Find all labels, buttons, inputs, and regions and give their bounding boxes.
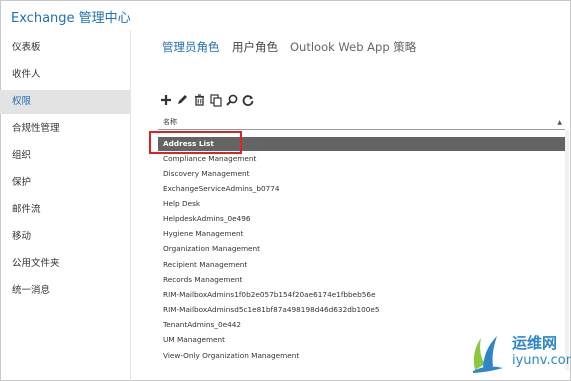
sidebar-item-organization[interactable]: 组织 [0, 144, 130, 168]
table-row[interactable]: Help Desk [158, 197, 565, 211]
table-row[interactable]: RIM-MailboxAdminsd5c1e81bf87a498198d46d6… [158, 303, 565, 317]
sidebar-item-recipients[interactable]: 收件人 [0, 63, 130, 87]
table-row[interactable]: ExchangeServiceAdmins_b0774 [158, 182, 565, 196]
edit-icon[interactable] [175, 92, 189, 106]
sidebar-item-mail-flow[interactable]: 邮件流 [0, 198, 130, 222]
sidebar-item-compliance[interactable]: 合规性管理 [0, 117, 130, 141]
refresh-icon[interactable] [241, 92, 255, 106]
column-header-name[interactable]: 名称 ▲ [158, 115, 565, 130]
sidebar-item-dashboard[interactable]: 仪表板 [0, 36, 130, 60]
add-icon[interactable] [159, 92, 173, 106]
table-row[interactable]: RIM-MailboxAdmins1f0b2e057b154f20ae6174e… [158, 288, 565, 302]
watermark: 运维网 iyunv.com [467, 328, 571, 376]
sort-arrow-icon[interactable]: ▲ [557, 115, 562, 130]
watermark-text-en: iyunv.com [512, 353, 571, 368]
table-row[interactable]: Discovery Management [158, 167, 565, 181]
column-header-label: 名称 [163, 118, 177, 126]
sidebar-item-permissions[interactable]: 权限 [0, 90, 130, 114]
table-row[interactable]: HelpdeskAdmins_0e496 [158, 212, 565, 226]
highlight-annotation-box [149, 131, 242, 154]
watermark-text-cn: 运维网 [512, 334, 558, 352]
table-row[interactable]: Recipient Management [158, 258, 565, 272]
delete-icon[interactable] [192, 92, 206, 106]
sidebar-item-public-folders[interactable]: 公用文件夹 [0, 252, 130, 276]
watermark-logo-icon [467, 330, 507, 374]
tab-owa-policies[interactable]: Outlook Web App 策略 [290, 39, 416, 55]
table-row[interactable]: Organization Management [158, 242, 565, 256]
sidebar-item-mobile[interactable]: 移动 [0, 225, 130, 249]
sidebar-divider [130, 30, 131, 381]
table-row[interactable]: Records Management [158, 273, 565, 287]
copy-icon[interactable] [209, 92, 223, 107]
app-title: Exchange 管理中心 [11, 11, 131, 26]
sidebar-item-protection[interactable]: 保护 [0, 171, 130, 195]
sidebar-item-unified-messaging[interactable]: 统一消息 [0, 279, 130, 303]
table-row[interactable]: Compliance Management [158, 152, 565, 166]
tab-user-roles[interactable]: 用户角色 [232, 39, 278, 55]
table-row[interactable]: Hygiene Management [158, 227, 565, 241]
search-icon[interactable] [225, 92, 239, 106]
tab-admin-roles[interactable]: 管理员角色 [162, 39, 220, 55]
